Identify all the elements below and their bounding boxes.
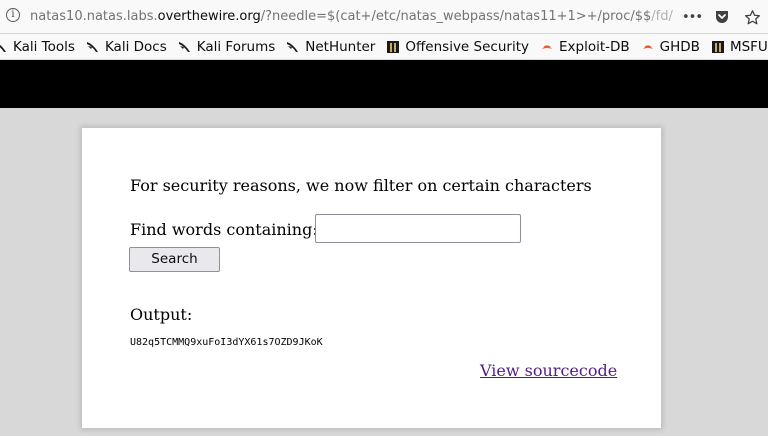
kali-dragon-icon — [286, 40, 300, 54]
bookmark-msfu[interactable]: MSFU — [711, 37, 768, 57]
bookmark-label: Kali Docs — [104, 39, 167, 55]
bookmark-label: Offensive Security — [405, 39, 529, 55]
output-text: U82q5TCMMQ9xuFoI3dYX61s7OZD9JKoK — [130, 337, 323, 348]
url-bar[interactable]: i natas10.natas.labs.overthewire.org/?ne… — [0, 0, 768, 34]
bookmark-nethunter[interactable]: NetHunter — [286, 37, 375, 57]
pocket-icon — [716, 11, 728, 23]
needle-input[interactable] — [315, 214, 521, 243]
bookmark-kali-tools[interactable]: Kali Tools — [0, 37, 75, 57]
bookmark-exploit-db[interactable]: Exploit-DB — [540, 37, 630, 57]
find-words-label: Find words containing: — [130, 220, 318, 239]
bookmark-label: Kali Forums — [196, 39, 276, 55]
bookmark-ghdb[interactable]: GHDB — [641, 37, 700, 57]
search-button[interactable]: Search — [129, 247, 220, 272]
page-info-icon[interactable]: i — [6, 8, 20, 22]
bookmark-label: NetHunter — [305, 39, 376, 55]
star-icon — [744, 9, 760, 24]
url-prefix: natas10.natas.labs. — [30, 9, 158, 24]
bookmark-offensive-security[interactable]: Offensive Security — [386, 37, 529, 57]
more-icon: ••• — [682, 9, 703, 25]
page-actions-button[interactable]: ••• — [682, 7, 703, 27]
content-card: For security reasons, we now filter on c… — [82, 128, 661, 428]
url-path: /?needle=$(cat+/etc/natas_webpass/natas1… — [260, 9, 652, 24]
bookmark-label: Kali Tools — [13, 39, 75, 55]
pocket-button[interactable] — [712, 7, 732, 27]
kali-dragon-icon — [0, 40, 8, 54]
offsec-icon — [386, 40, 400, 54]
bookmark-kali-docs[interactable]: Kali Docs — [86, 37, 167, 57]
url-path-faded: /fd/ — [651, 9, 673, 24]
exploit-db-icon — [540, 40, 554, 54]
filter-notice: For security reasons, we now filter on c… — [130, 176, 592, 195]
bookmarks-toolbar: Kali Tools Kali Docs Kali Forums NetHunt… — [0, 34, 768, 60]
output-label: Output: — [130, 305, 193, 324]
offsec-icon — [711, 40, 725, 54]
bookmark-label: GHDB — [659, 39, 700, 55]
bookmark-kali-forums[interactable]: Kali Forums — [178, 37, 276, 57]
kali-dragon-icon — [178, 40, 192, 54]
bookmark-star-button[interactable] — [742, 7, 762, 27]
kali-dragon-icon — [86, 40, 100, 54]
exploit-db-icon — [641, 40, 655, 54]
url-host: overthewire.org — [157, 9, 261, 24]
view-sourcecode-link[interactable]: View sourcecode — [480, 361, 617, 380]
url-text[interactable]: natas10.natas.labs.overthewire.org/?need… — [30, 7, 690, 27]
bookmark-label: MSFU — [729, 39, 768, 55]
bookmark-label: Exploit-DB — [558, 39, 630, 55]
page-header-band — [0, 60, 768, 108]
